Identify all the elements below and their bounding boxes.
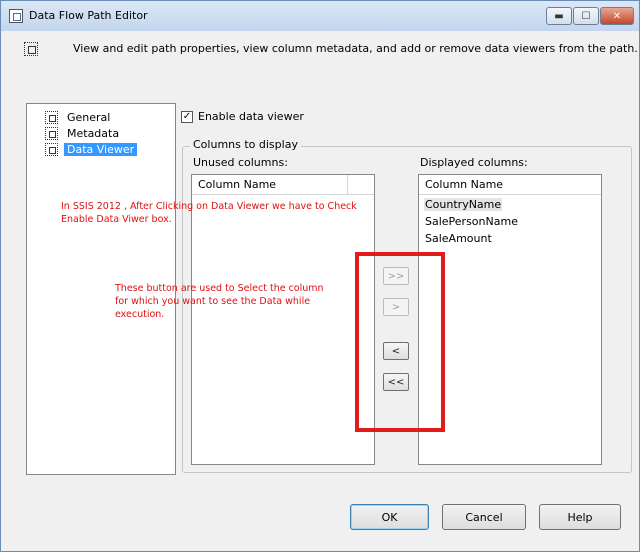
close-icon: ✕ (612, 10, 622, 22)
displayed-columns-label: Displayed columns: (420, 156, 528, 169)
minimize-button[interactable]: ▬ (546, 7, 572, 25)
maximize-button[interactable]: ☐ (573, 7, 599, 25)
displayed-column-header[interactable]: Column Name (419, 175, 601, 195)
nav-item-label: Metadata (67, 126, 120, 140)
columns-group-label: Columns to display (190, 138, 301, 151)
list-item[interactable]: SaleAmount (424, 232, 493, 245)
app-icon (9, 9, 23, 23)
nav-item-label: General (67, 110, 111, 124)
window-title: Data Flow Path Editor (29, 9, 148, 22)
nav-item-data-viewer[interactable]: Data Viewer (45, 141, 138, 157)
header-description: View and edit path properties, view colu… (73, 42, 638, 55)
nav-item-label: Data Viewer (64, 142, 138, 156)
checkmark-icon: ✓ (182, 111, 192, 122)
page-icon (45, 142, 58, 156)
annotation-highlight-box (355, 252, 445, 432)
title-bar[interactable]: Data Flow Path Editor ▬ ☐ ✕ (1, 1, 639, 31)
header-divider (347, 175, 348, 195)
page-icon (45, 126, 58, 140)
column-header-label: Column Name (425, 178, 504, 191)
annotation-note-buttons: These button are used to Select the colu… (115, 283, 324, 320)
cancel-button[interactable]: Cancel (442, 504, 526, 530)
annotation-note-checkbox: In SSIS 2012 , After Clicking on Data Vi… (61, 201, 357, 225)
maximize-icon: ☐ (581, 10, 591, 22)
list-item[interactable]: SalePersonName (424, 215, 519, 228)
enable-data-viewer-checkbox[interactable]: ✓ (181, 111, 193, 123)
column-header-label: Column Name (198, 178, 277, 191)
nav-item-metadata[interactable]: Metadata (45, 125, 122, 141)
close-button[interactable]: ✕ (600, 7, 634, 25)
editor-icon (24, 42, 38, 56)
list-item[interactable]: CountryName (424, 198, 503, 211)
dialog-window: Data Flow Path Editor ▬ ☐ ✕ View and edi… (0, 0, 640, 552)
enable-data-viewer-label: Enable data viewer (198, 110, 304, 123)
displayed-columns-list[interactable]: Column Name CountryName SalePersonName S… (418, 174, 602, 465)
nav-item-general[interactable]: General (45, 109, 113, 125)
unused-columns-label: Unused columns: (193, 156, 288, 169)
page-icon (45, 110, 58, 124)
ok-button[interactable]: OK (350, 504, 429, 530)
help-button[interactable]: Help (539, 504, 621, 530)
minimize-icon: ▬ (554, 10, 564, 22)
